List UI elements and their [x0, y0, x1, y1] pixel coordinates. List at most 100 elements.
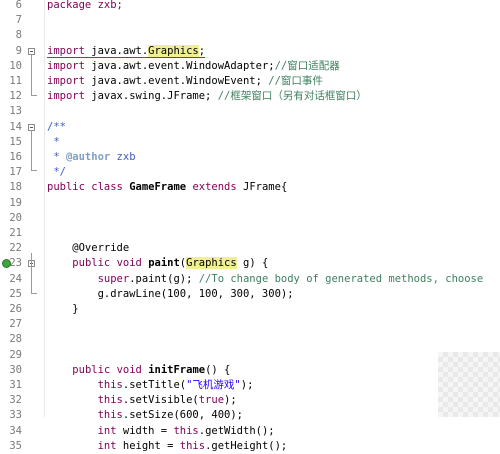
line-number: 31 — [9, 379, 22, 391]
code-line[interactable]: 11 import java.awt.event.WindowEvent; //窗… — [0, 74, 500, 89]
code-token: //窗口事件 — [268, 75, 323, 87]
code-text[interactable]: */ — [47, 165, 66, 180]
fold-toggle-icon[interactable] — [28, 47, 35, 55]
code-token: import — [47, 90, 85, 103]
code-line[interactable]: 7 — [0, 13, 500, 28]
code-line[interactable]: 25 g.drawLine(100, 100, 300, 300); — [0, 287, 500, 302]
code-text[interactable]: * — [47, 135, 60, 150]
line-number: 18 — [9, 181, 22, 194]
code-text[interactable]: } — [47, 302, 79, 317]
fold-guide-paint — [31, 253, 32, 293]
code-text[interactable]: import java.awt.Graphics; — [47, 44, 206, 59]
code-token: } — [47, 303, 79, 315]
code-line[interactable]: 16 * @author zxb — [0, 150, 500, 165]
code-text[interactable]: public void initFrame() { — [47, 363, 230, 378]
code-text[interactable]: @Override — [47, 241, 129, 256]
line-number: 24 — [9, 272, 22, 285]
code-token: import — [47, 75, 85, 87]
code-token: int — [97, 424, 117, 437]
code-line[interactable]: 22 @Override — [0, 241, 500, 256]
line-number: 28 — [9, 333, 22, 346]
code-line[interactable]: 29 — [0, 348, 500, 363]
code-line[interactable]: 33 this.setSize(600, 400); — [0, 408, 500, 423]
code-line[interactable]: 27 — [0, 317, 500, 332]
code-text[interactable]: super.paint(g); //To change body of gene… — [47, 272, 484, 287]
code-token: this — [173, 424, 199, 437]
code-token: * — [47, 135, 60, 148]
line-number: 14 — [9, 120, 22, 133]
code-text[interactable]: public class GameFrame extends JFrame{ — [47, 180, 287, 195]
code-line[interactable]: 24 super.paint(g); //To change body of g… — [0, 272, 500, 287]
code-text[interactable]: int width = this.getWidth(); — [47, 424, 275, 439]
code-token: .setVisible( — [122, 394, 199, 407]
code-text[interactable]: import java.awt.event.WindowAdapter;//窗口… — [47, 59, 340, 74]
code-token: javax.swing.JFrame; — [84, 90, 218, 103]
code-line[interactable]: 20 — [0, 211, 500, 226]
code-line[interactable]: 15 * — [0, 135, 500, 150]
code-token: true — [198, 394, 225, 407]
code-token: GameFrame — [129, 181, 187, 194]
code-token: public — [47, 181, 85, 194]
code-line[interactable]: 14 /** — [0, 120, 500, 135]
code-text[interactable]: this.setTitle("飞机游戏"); — [47, 378, 254, 393]
code-line[interactable]: 35 int height = this.getHeight(); — [0, 439, 500, 454]
code-token: "飞机游戏" — [186, 379, 241, 391]
code-text[interactable]: public void paint(Graphics g) { — [47, 256, 268, 271]
fold-guide-paint-end — [31, 293, 37, 294]
line-number: 27 — [9, 318, 22, 331]
code-token: class — [91, 181, 123, 194]
line-number: 33 — [9, 409, 22, 422]
code-text[interactable]: this.setSize(600, 400); — [47, 408, 243, 423]
code-line[interactable]: 31 this.setTitle("飞机游戏"); — [0, 378, 500, 393]
code-token: @Override — [47, 242, 130, 255]
code-token: ; — [198, 44, 206, 58]
code-editor[interactable]: 6 package zxb; 7 8 9 import java.awt.Graphics… — [0, 0, 500, 452]
code-line[interactable]: 32 this.setVisible(true); — [0, 393, 500, 408]
code-line[interactable]: 30 public void initFrame() { — [0, 363, 500, 378]
line-number: 15 — [9, 135, 22, 148]
code-token: void — [116, 363, 142, 376]
code-token: ); — [240, 379, 254, 391]
line-number: 26 — [9, 303, 22, 315]
code-token: .paint(g); — [129, 272, 199, 285]
code-text[interactable]: * @author zxb — [47, 150, 135, 165]
code-token: public — [72, 257, 111, 270]
code-line[interactable]: 6 package zxb; — [0, 0, 500, 13]
code-token: extends — [192, 181, 237, 194]
fold-guide-javadoc — [31, 130, 32, 170]
code-token: //窗口适配器 — [274, 59, 340, 72]
code-text[interactable]: import java.awt.event.WindowEvent; //窗口事… — [47, 74, 323, 89]
code-line[interactable]: 19 — [0, 196, 500, 211]
code-line[interactable]: 34 int width = this.getWidth(); — [0, 424, 500, 439]
line-number: 19 — [9, 196, 22, 209]
code-token: Graphics — [148, 44, 199, 58]
code-line[interactable]: 17 */ — [0, 165, 500, 180]
blurred-watermark-area — [438, 352, 500, 417]
code-token: ); — [224, 394, 237, 407]
code-text[interactable]: /** — [47, 120, 66, 135]
code-line[interactable]: 8 — [0, 28, 500, 43]
code-line[interactable]: 10 import java.awt.event.WindowAdapter;//… — [0, 59, 500, 74]
code-line[interactable]: 18 public class GameFrame extends JFrame{ — [0, 180, 500, 195]
code-token: this — [97, 409, 123, 422]
code-line[interactable]: 21 — [0, 226, 500, 241]
code-text[interactable]: this.setVisible(true); — [47, 393, 237, 408]
code-text[interactable]: package zxb; — [47, 0, 123, 13]
code-line[interactable]: 28 — [0, 332, 500, 347]
line-number: 21 — [9, 227, 22, 239]
code-token: java.awt.event.WindowAdapter; — [84, 59, 275, 72]
code-line[interactable]: 13 — [0, 104, 500, 119]
code-text[interactable]: int height = this.getHeight(); — [47, 439, 288, 454]
code-text[interactable]: g.drawLine(100, 100, 300, 300); — [47, 287, 294, 302]
code-line[interactable]: 12 import javax.swing.JFrame; //框架窗口（另有对话… — [0, 89, 500, 104]
code-line[interactable]: 23 public void paint(Graphics g) { — [0, 256, 500, 271]
code-line[interactable]: 26 } — [0, 302, 500, 317]
code-token: void — [116, 257, 142, 270]
code-text[interactable]: import javax.swing.JFrame; //框架窗口（另有对话框窗… — [47, 89, 367, 104]
code-token: //To change body of generated methods, c… — [198, 272, 484, 285]
line-number: 16 — [9, 151, 22, 163]
code-line[interactable]: 9 import java.awt.Graphics; — [0, 44, 500, 59]
